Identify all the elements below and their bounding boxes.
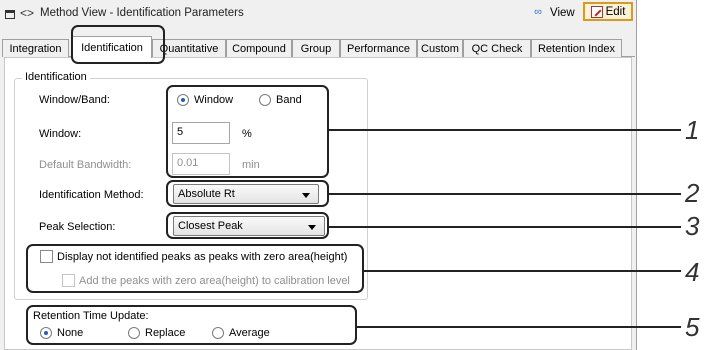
edit-label: Edit	[605, 5, 626, 18]
tab-performance[interactable]: Performance	[340, 39, 417, 57]
window-label: Window:	[39, 128, 82, 140]
callout-line-5	[357, 326, 681, 328]
edit-button[interactable]: Edit	[583, 2, 633, 21]
callout-line-1	[329, 129, 681, 131]
default-bandwidth-label: Default Bandwidth:	[39, 159, 132, 171]
edit-icon	[590, 5, 603, 18]
callout-box-2	[166, 180, 329, 207]
callout-number-4: 4	[685, 257, 700, 287]
callout-line-2	[329, 193, 681, 195]
tab-integration[interactable]: Integration	[2, 39, 69, 57]
callout-box-5	[26, 305, 357, 345]
callout-number-1: 1	[685, 115, 700, 145]
view-button[interactable]: View	[550, 7, 575, 19]
callout-line-3	[329, 226, 681, 228]
callout-box-3	[166, 212, 329, 239]
tab-custom[interactable]: Custom	[417, 39, 463, 57]
collapse-arrows-icon[interactable]: <>	[20, 6, 34, 20]
window-band-label: Window/Band:	[39, 94, 110, 106]
callout-line-4	[364, 270, 681, 272]
identification-method-label: Identification Method:	[39, 189, 144, 201]
callout-box-1	[166, 85, 329, 178]
callout-box-identification-tab	[71, 25, 165, 64]
tab-retention-index[interactable]: Retention Index	[531, 39, 622, 57]
tab-group[interactable]: Group	[292, 39, 340, 57]
peak-selection-label: Peak Selection:	[39, 221, 116, 233]
identification-group-title: Identification	[22, 71, 90, 83]
window-icon	[5, 10, 15, 19]
callout-number-2: 2	[685, 178, 700, 208]
callout-number-3: 3	[685, 211, 700, 241]
callout-box-4	[26, 244, 364, 293]
tab-compound[interactable]: Compound	[226, 39, 292, 57]
window-title: Method View - Identification Parameters	[40, 7, 244, 19]
tab-qc-check[interactable]: QC Check	[463, 39, 531, 57]
callout-number-5: 5	[685, 312, 700, 342]
view-icon[interactable]: ∞	[534, 6, 542, 18]
